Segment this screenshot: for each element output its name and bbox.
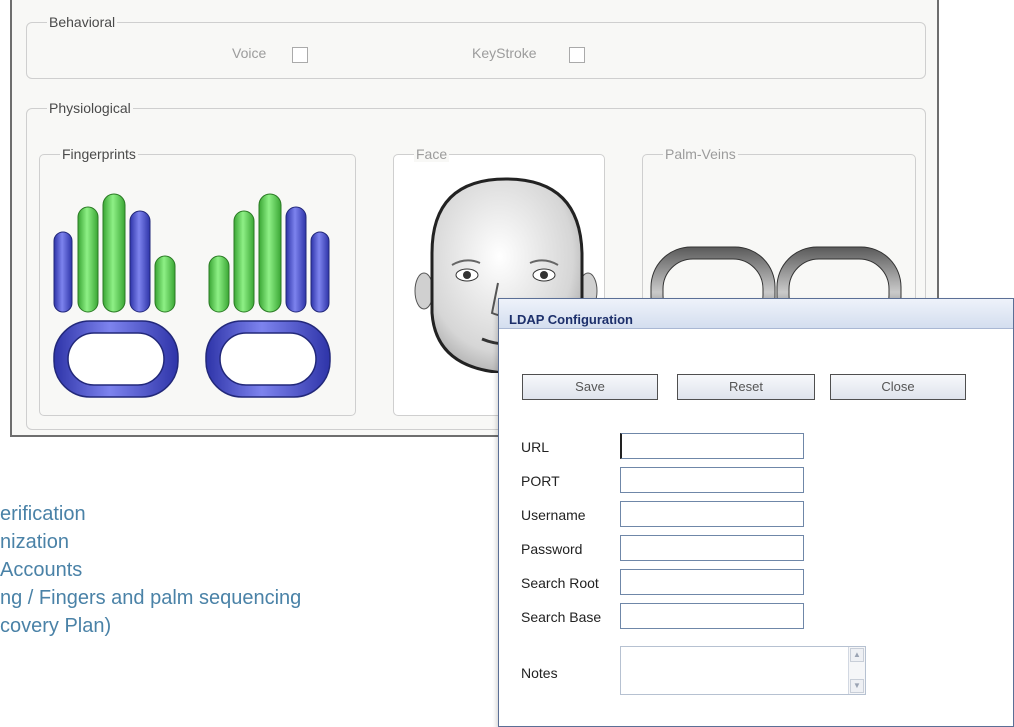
search-root-label: Search Root <box>521 575 599 591</box>
close-button[interactable]: Close <box>830 374 966 400</box>
password-field[interactable] <box>620 535 804 561</box>
list-item: nization <box>0 531 69 553</box>
palm-veins-legend: Palm-Veins <box>663 146 738 162</box>
left-ring-finger[interactable] <box>77 206 99 313</box>
reset-button[interactable]: Reset <box>677 374 815 400</box>
search-base-label: Search Base <box>521 609 602 625</box>
port-label: PORT <box>521 473 560 489</box>
feature-list: erification nization Accounts ng / Finge… <box>0 500 301 640</box>
save-button[interactable]: Save <box>522 374 658 400</box>
url-label: URL <box>521 439 550 455</box>
right-index-finger[interactable] <box>233 210 255 313</box>
right-middle-finger[interactable] <box>258 193 282 313</box>
notes-textarea[interactable]: ▲ ▼ <box>620 646 866 695</box>
password-label: Password <box>521 541 583 557</box>
fingerprints-legend: Fingerprints <box>60 146 138 162</box>
left-thumb[interactable] <box>154 255 176 313</box>
keystroke-label: KeyStroke <box>472 45 537 61</box>
list-item: ng / Fingers and palm sequencing <box>0 587 302 609</box>
right-ring-finger[interactable] <box>285 206 307 313</box>
username-field[interactable] <box>620 501 804 527</box>
chevron-up-icon[interactable]: ▲ <box>850 648 864 662</box>
voice-checkbox[interactable] <box>292 47 308 63</box>
right-pinky-finger[interactable] <box>310 231 330 313</box>
left-middle-finger[interactable] <box>102 193 126 313</box>
search-base-field[interactable] <box>620 603 804 629</box>
port-field[interactable] <box>620 467 804 493</box>
fingerprints-group: Fingerprints <box>39 146 356 416</box>
list-item: covery Plan) <box>0 615 112 637</box>
left-pinky-finger[interactable] <box>53 231 73 313</box>
behavioral-group: Behavioral Voice KeyStroke <box>26 14 926 79</box>
voice-label: Voice <box>232 45 267 61</box>
left-index-finger[interactable] <box>129 210 151 313</box>
chevron-down-icon[interactable]: ▼ <box>850 679 864 693</box>
list-item: erification <box>0 503 86 525</box>
hands-illustration <box>53 193 331 398</box>
notes-label: Notes <box>521 665 558 681</box>
username-label: Username <box>521 507 586 523</box>
list-item: Accounts <box>0 559 83 581</box>
dialog-title: LDAP Configuration <box>499 299 1013 329</box>
keystroke-checkbox[interactable] <box>569 47 585 63</box>
notes-scrollbar[interactable]: ▲ ▼ <box>848 647 865 694</box>
face-legend: Face <box>414 146 450 162</box>
right-thumb[interactable] <box>208 255 230 313</box>
behavioral-legend: Behavioral <box>47 14 118 30</box>
url-field[interactable] <box>620 433 804 459</box>
search-root-field[interactable] <box>620 569 804 595</box>
physiological-legend: Physiological <box>47 100 133 116</box>
ldap-configuration-dialog: LDAP Configuration Save Reset Close URL … <box>498 298 1014 727</box>
